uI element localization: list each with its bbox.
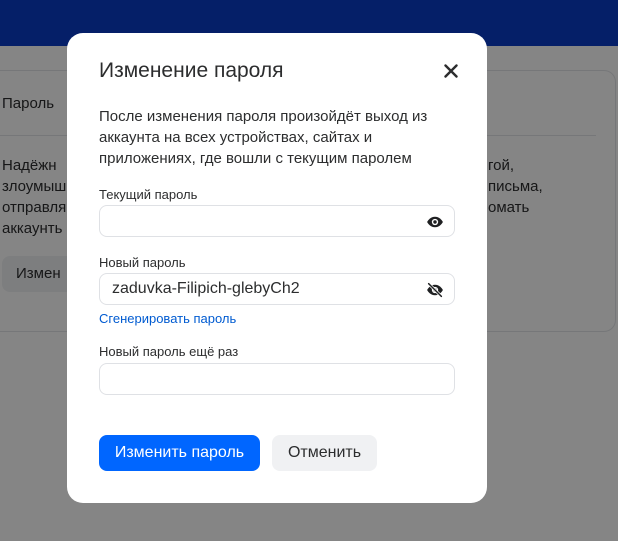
new-password-input[interactable] xyxy=(112,274,412,304)
current-password-label: Текущий пароль xyxy=(99,187,198,202)
current-password-input[interactable] xyxy=(112,206,412,236)
generate-password-link[interactable]: Сгенерировать пароль xyxy=(99,311,236,327)
new-password-field xyxy=(99,273,455,305)
cancel-button[interactable]: Отменить xyxy=(272,435,377,471)
repeat-password-input[interactable] xyxy=(112,364,412,394)
new-password-label: Новый пароль xyxy=(99,255,186,270)
change-password-dialog: Изменение пароля После изменения пароля … xyxy=(67,33,487,503)
close-icon xyxy=(444,64,458,78)
dialog-description: После изменения пароля произойдёт выход … xyxy=(99,108,428,167)
current-password-field xyxy=(99,205,455,237)
repeat-password-label: Новый пароль ещё раз xyxy=(99,344,239,359)
eye-off-icon xyxy=(427,282,443,298)
dialog-title: Изменение пароля xyxy=(99,59,284,82)
show-current-password-toggle[interactable] xyxy=(425,212,445,232)
hide-new-password-toggle[interactable] xyxy=(425,280,445,300)
eye-icon xyxy=(427,216,443,228)
close-button[interactable] xyxy=(439,59,463,83)
change-password-button[interactable]: Изменить пароль xyxy=(99,435,260,471)
repeat-password-field xyxy=(99,363,455,395)
